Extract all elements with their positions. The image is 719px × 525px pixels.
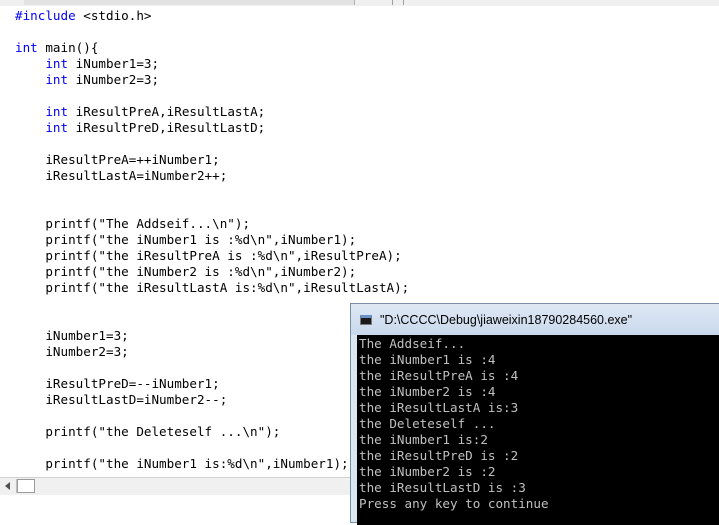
console-line: Press any key to continue — [359, 496, 549, 511]
console-line: the iResultPreA is :4 — [359, 368, 519, 383]
top-splitter-remnant — [392, 0, 404, 5]
console-line: the iNumber1 is:2 — [359, 432, 488, 447]
code-keyword: int — [45, 104, 69, 119]
code-keyword: int — [45, 56, 69, 71]
code-text: iResultPreD=--iNumber1; — [15, 376, 220, 391]
code-line: iResultLastD=iNumber2--; — [15, 392, 227, 408]
code-line: iResultPreA=++iNumber1; — [15, 152, 220, 168]
code-keyword: int — [45, 72, 69, 87]
code-line: iNumber2=3; — [15, 344, 129, 360]
code-text: printf("the iNumber1 is :%d\n",iNumber1)… — [15, 232, 357, 247]
code-line: printf("the Deleteself ...\n"); — [15, 424, 280, 440]
code-keyword: int — [15, 40, 38, 55]
code-text: printf("the iResultPreA is :%d\n",iResul… — [15, 248, 402, 263]
console-line: the iResultLastD is :3 — [359, 480, 526, 495]
console-line: The Addseif... — [359, 336, 466, 351]
code-line: iResultPreD=--iNumber1; — [15, 376, 220, 392]
code-text: iResultPreA,iResultLastA; — [68, 104, 266, 119]
code-line: printf("the iNumber2 is :%d\n",iNumber2)… — [15, 264, 356, 280]
code-text: printf("the iResultLastA is:%d\n",iResul… — [15, 280, 410, 295]
code-text: iNumber2=3; — [68, 72, 160, 87]
code-text: iResultPreA=++iNumber1; — [15, 152, 220, 167]
code-line: printf("the iResultPreA is :%d\n",iResul… — [15, 248, 402, 264]
code-text: printf("the iNumber2 is :%d\n",iNumber2)… — [15, 264, 357, 279]
code-text: iResultLastA=iNumber2++; — [15, 168, 228, 183]
console-line: the iResultLastA is:3 — [359, 400, 519, 415]
code-line: int iNumber2=3; — [15, 72, 159, 88]
scrollbar-thumb[interactable] — [17, 479, 35, 493]
editor-bottom-area — [0, 495, 352, 521]
console-window[interactable]: "D:\CCCC\Debug\jiaweixin18790284560.exe"… — [350, 303, 719, 525]
code-text: iNumber2=3; — [15, 344, 129, 359]
code-keyword: int — [45, 120, 69, 135]
console-line: the iResultPreD is :2 — [359, 448, 519, 463]
code-text: <stdio.h> — [75, 8, 152, 23]
code-text: printf("the iNumber1 is:%d\n",iNumber1); — [15, 456, 349, 471]
code-line: printf("The Addseif...\n"); — [15, 216, 250, 232]
console-line: the Deleteself ... — [359, 416, 496, 431]
code-text: iResultLastD=iNumber2--; — [15, 392, 228, 407]
code-text: iResultPreD,iResultLastD; — [68, 120, 266, 135]
console-output: The Addseif... the iNumber1 is :4 the iRes… — [357, 335, 719, 525]
console-line: the iNumber2 is :2 — [359, 464, 496, 479]
code-line: iNumber1=3; — [15, 328, 129, 344]
code-line: int iNumber1=3; — [15, 56, 159, 72]
code-line: printf("the iResultLastA is:%d\n",iResul… — [15, 280, 409, 296]
code-text: printf("The Addseif...\n"); — [15, 216, 251, 231]
horizontal-scrollbar[interactable] — [0, 477, 352, 496]
console-title: "D:\CCCC\Debug\jiaweixin18790284560.exe" — [380, 313, 633, 327]
code-line: iResultLastA=iNumber2++; — [15, 168, 227, 184]
code-preprocessor: #include — [15, 8, 76, 23]
top-scrollbar-remnant — [24, 0, 355, 5]
console-titlebar[interactable]: "D:\CCCC\Debug\jiaweixin18790284560.exe" — [351, 304, 719, 335]
console-line: the iNumber2 is :4 — [359, 384, 496, 399]
console-window-icon — [360, 315, 372, 325]
arrow-left-icon[interactable] — [1, 479, 17, 493]
code-line: printf("the iNumber1 is :%d\n",iNumber1)… — [15, 232, 356, 248]
code-line: #include <stdio.h> — [15, 8, 152, 24]
code-line: int main(){ — [15, 40, 98, 56]
code-text: iNumber1=3; — [68, 56, 160, 71]
code-line: int iResultPreA,iResultLastA; — [15, 104, 265, 120]
code-text: main(){ — [37, 40, 99, 55]
code-line: printf("the iNumber1 is:%d\n",iNumber1); — [15, 456, 349, 472]
console-line: the iNumber1 is :4 — [359, 352, 496, 367]
code-text: printf("the Deleteself ...\n"); — [15, 424, 281, 439]
code-line: int iResultPreD,iResultLastD; — [15, 120, 265, 136]
code-text: iNumber1=3; — [15, 328, 129, 343]
